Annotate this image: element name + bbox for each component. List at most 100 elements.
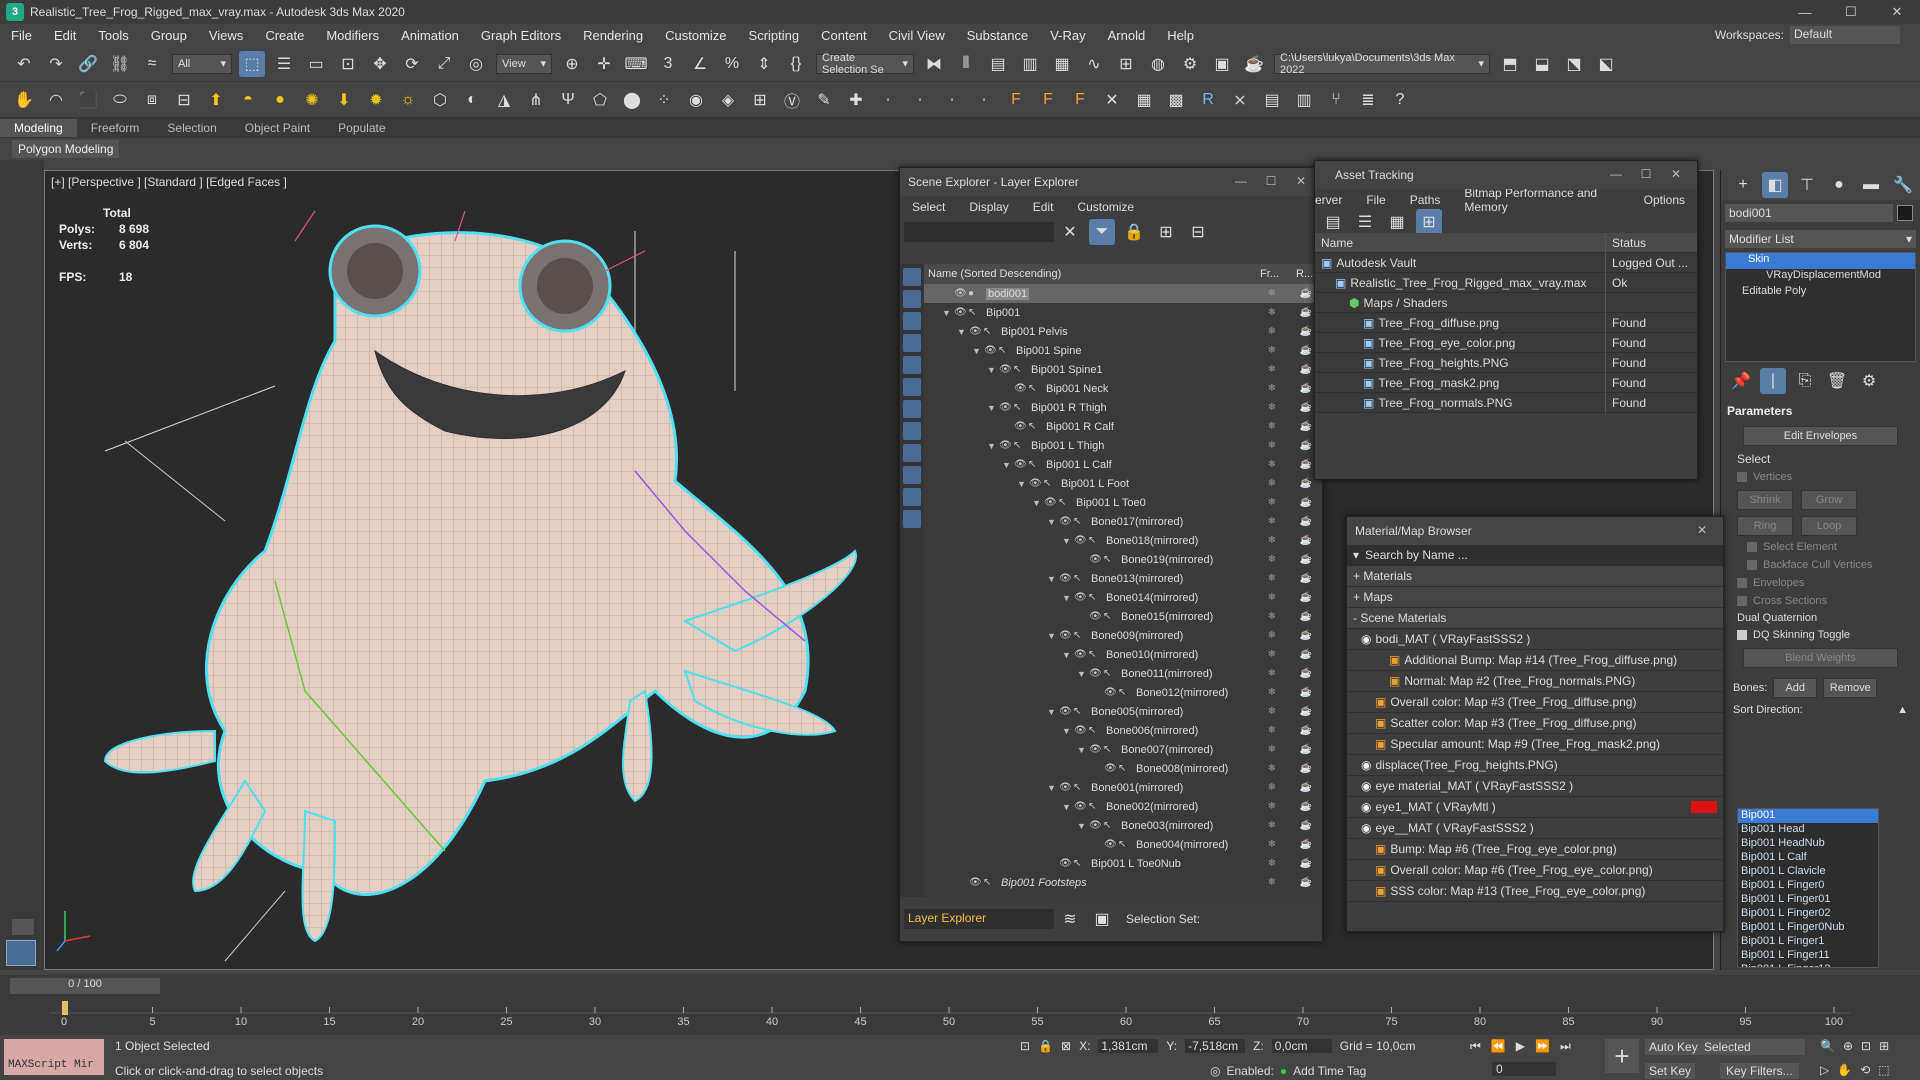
pivot-icon[interactable]: ⊕ <box>559 51 585 77</box>
snap-3d-icon[interactable]: 3 <box>655 51 681 77</box>
ribbon-tab-selection[interactable]: Selection <box>153 119 230 137</box>
tree-row[interactable]: ▼ 👁 ↖ Bip001 Pelvis ❄ ☕ <box>924 322 1322 341</box>
spot-light-icon[interactable]: ⬆ <box>203 87 229 113</box>
freeze-toggle-icon[interactable]: ❄ <box>1268 421 1276 432</box>
visibility-eye-icon[interactable]: 👁 <box>1014 459 1028 470</box>
visibility-eye-icon[interactable]: 👁 <box>1089 744 1103 755</box>
select-element-checkbox[interactable]: Select Element <box>1721 538 1920 556</box>
fp-1-icon[interactable]: F <box>1003 87 1029 113</box>
hierarchy-expand-icon[interactable]: ⊞ <box>1153 219 1179 245</box>
set-key-big-icon[interactable]: + <box>1605 1039 1639 1073</box>
scene-explorer-titlebar[interactable]: Scene Explorer - Layer Explorer — ☐ ✕ <box>900 168 1322 196</box>
visibility-eye-icon[interactable]: 👁 <box>1089 554 1103 565</box>
bind-spacewarp-icon[interactable]: ≈ <box>139 51 165 77</box>
expand-triangle-icon[interactable]: ▼ <box>1062 802 1074 812</box>
select-object-icon[interactable]: ⬚ <box>239 50 265 77</box>
renderable-toggle-icon[interactable]: ☕ <box>1300 478 1312 489</box>
material-item[interactable]: ▣ Specular amount: Map #9 (Tree_Frog_mask… <box>1347 734 1723 755</box>
grid-view-icon[interactable]: ⊞ <box>1416 209 1442 235</box>
object-name-field[interactable]: bodi001 <box>1725 204 1893 222</box>
at-menu-file[interactable]: File <box>1354 193 1397 207</box>
zoom-icon[interactable]: 🔍 <box>1820 1039 1835 1053</box>
fp-3-icon[interactable]: F <box>1067 87 1093 113</box>
freeze-toggle-icon[interactable]: ❄ <box>1268 668 1276 679</box>
filter-geometry-icon[interactable] <box>903 268 921 286</box>
select-by-name-icon[interactable]: ☰ <box>271 51 297 77</box>
ribbon-tab-object-paint[interactable]: Object Paint <box>231 119 324 137</box>
utilities-tab-icon[interactable]: 🔧 <box>1890 172 1916 198</box>
envelopes-checkbox[interactable]: Envelopes <box>1721 574 1920 592</box>
current-frame-field[interactable]: 0 <box>1492 1062 1556 1076</box>
tree-row[interactable]: 👁 ↖ Bone004(mirrored) ❄ ☕ <box>924 835 1322 854</box>
expand-triangle-icon[interactable]: ▼ <box>1047 783 1059 793</box>
bone-list-item[interactable]: Bip001 L Finger01 <box>1738 893 1878 907</box>
visibility-eye-icon[interactable]: 👁 <box>1089 611 1103 622</box>
grass-icon[interactable]: ⋔ <box>523 87 549 113</box>
expand-triangle-icon[interactable]: ▼ <box>1062 536 1074 546</box>
visibility-eye-icon[interactable]: 👁 <box>999 440 1013 451</box>
selection-set-icon[interactable]: ▣ <box>1089 906 1115 932</box>
material-item[interactable]: ◉ eye material_MAT ( VRayFastSSS2 ) <box>1347 776 1723 797</box>
renderable-toggle-icon[interactable]: ☕ <box>1300 459 1312 470</box>
tree-row[interactable]: ▼ 👁 ↖ Bip001 L Calf ❄ ☕ <box>924 455 1322 474</box>
visibility-eye-icon[interactable]: 👁 <box>984 345 998 356</box>
vertices-checkbox[interactable]: Vertices <box>1721 468 1920 486</box>
renderable-toggle-icon[interactable]: ☕ <box>1300 820 1312 831</box>
previous-frame-icon[interactable]: ⏪ <box>1491 1039 1506 1054</box>
expand-triangle-icon[interactable]: ▼ <box>942 308 954 318</box>
tree-row[interactable]: 👁 ↖ Bip001 L Toe0Nub ❄ ☕ <box>924 854 1322 873</box>
fur-icon[interactable]: ◐ <box>459 87 485 113</box>
visibility-eye-icon[interactable]: 👁 <box>1059 858 1073 869</box>
material-section-1[interactable]: + Maps <box>1347 587 1723 608</box>
menu-modifiers[interactable]: Modifiers <box>315 28 390 43</box>
expand-triangle-icon[interactable]: ▼ <box>1062 593 1074 603</box>
redo-icon[interactable]: ↷ <box>43 51 69 77</box>
curve-editor-icon[interactable]: ∿ <box>1081 51 1107 77</box>
table-icon[interactable]: ▤ <box>1259 87 1285 113</box>
go-to-start-icon[interactable]: ⏮ <box>1470 1039 1481 1054</box>
tools-icon[interactable]: ✎ <box>811 87 837 113</box>
tree-row[interactable]: 👁 ↖ Bone015(mirrored) ❄ ☕ <box>924 607 1322 626</box>
visibility-eye-icon[interactable]: 👁 <box>1014 383 1028 394</box>
viewport-label[interactable]: [+] [Perspective ] [Standard ] [Edged Fa… <box>51 175 287 189</box>
se-menu-display[interactable]: Display <box>957 200 1020 214</box>
maxscript-listener[interactable]: MAXScript Mir <box>4 1039 104 1075</box>
freeze-toggle-icon[interactable]: ❄ <box>1268 516 1276 527</box>
visibility-eye-icon[interactable]: 👁 <box>1104 839 1118 850</box>
tree-row[interactable]: ▼ 👁 ↖ Bone001(mirrored) ❄ ☕ <box>924 778 1322 797</box>
menu-views[interactable]: Views <box>198 28 254 43</box>
y-field[interactable]: -7,518cm <box>1185 1039 1246 1053</box>
filter-hidden-icon[interactable] <box>903 510 921 528</box>
menu-content[interactable]: Content <box>810 28 878 43</box>
zoom-extents-all-icon[interactable]: ⊞ <box>1879 1039 1889 1053</box>
expand-triangle-icon[interactable]: ▼ <box>1062 650 1074 660</box>
workspace-dropdown[interactable]: Default <box>1790 26 1900 44</box>
named-selection-dropdown[interactable]: Create Selection Se ▾ <box>816 52 914 76</box>
expand-triangle-icon[interactable]: ▼ <box>1047 574 1059 584</box>
tree-row[interactable]: ▼ 👁 ↖ Bip001 Spine ❄ ☕ <box>924 341 1322 360</box>
freeze-toggle-icon[interactable]: ❄ <box>1268 801 1276 812</box>
edit-envelopes-button[interactable]: Edit Envelopes <box>1743 426 1898 446</box>
filter-xrefs-icon[interactable] <box>903 422 921 440</box>
bone-list-item[interactable]: Bip001 L Finger11 <box>1738 949 1878 963</box>
cross-sections-checkbox[interactable]: Cross Sections <box>1721 592 1920 610</box>
at-menu-paths[interactable]: Paths <box>1398 193 1453 207</box>
asset-row[interactable]: ▣ Tree_Frog_mask2.png Found <box>1315 372 1697 393</box>
sphere-icon[interactable]: ⬤ <box>619 87 645 113</box>
status-column-header[interactable]: Status <box>1605 232 1646 253</box>
filter-shapes-icon[interactable] <box>903 290 921 308</box>
at-menu-options[interactable]: Options <box>1632 193 1697 207</box>
help-icon[interactable]: ? <box>1387 87 1413 113</box>
align-icon[interactable]: ⫴ <box>953 51 979 77</box>
renderable-toggle-icon[interactable]: ☕ <box>1300 326 1312 337</box>
visibility-eye-icon[interactable]: 👁 <box>1074 535 1088 546</box>
maximize-viewport-icon[interactable]: ⬚ <box>1878 1063 1889 1077</box>
tree-row[interactable]: 👁 ↖ Bone008(mirrored) ❄ ☕ <box>924 759 1322 778</box>
bone-list-item[interactable]: Bip001 L Finger12 <box>1738 963 1878 967</box>
freeze-toggle-icon[interactable]: ❄ <box>1268 706 1276 717</box>
visibility-eye-icon[interactable]: 👁 <box>1059 573 1073 584</box>
time-slider[interactable]: 0 / 100 <box>10 978 160 994</box>
freeze-toggle-icon[interactable]: ❄ <box>1268 687 1276 698</box>
mirror-icon[interactable]: ⧓ <box>921 51 947 77</box>
close-icon[interactable]: ✕ <box>1687 523 1717 537</box>
